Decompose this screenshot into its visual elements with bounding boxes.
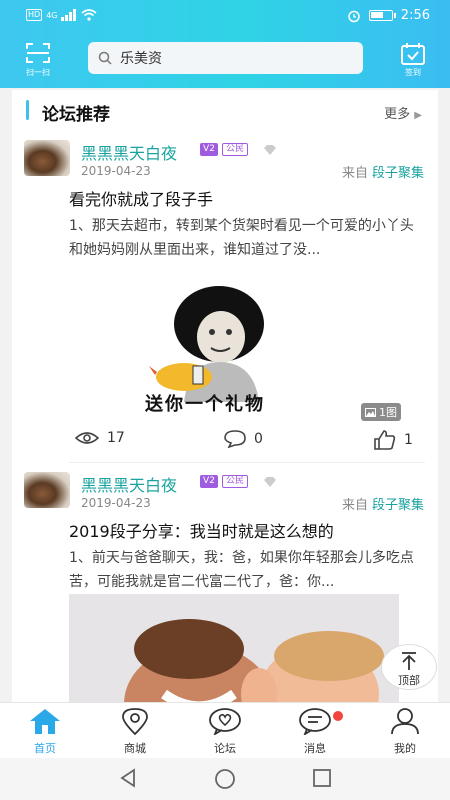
family-photo: [69, 594, 399, 702]
post-title[interactable]: 2019段子分享：我当时就是这么想的: [69, 518, 334, 542]
clock: 2:56: [400, 8, 430, 23]
tab-forum[interactable]: 论坛: [195, 707, 255, 756]
tab-label: 商城: [124, 742, 146, 755]
source-prefix: 来自: [341, 166, 368, 181]
app-header: HD 4G 2:56 扫一扫 乐美资 签到: [0, 0, 450, 88]
comment-button[interactable]: 0: [224, 430, 263, 448]
tab-label: 消息: [304, 742, 326, 755]
post-stats: 17 0 1: [12, 430, 438, 456]
like-button[interactable]: 1: [374, 430, 413, 450]
back-to-top-label: 顶部: [398, 674, 420, 687]
heart-chat-icon: [209, 708, 241, 737]
comment-icon: [224, 430, 246, 448]
likes-value: 1: [404, 432, 413, 448]
thumbs-up-icon: [374, 430, 396, 450]
more-label: 更多: [384, 107, 411, 122]
rank-badge: 公民: [222, 475, 249, 488]
tab-mall[interactable]: 商城: [105, 707, 165, 756]
calendar-check-icon: [401, 43, 425, 65]
tab-label: 首页: [34, 742, 56, 755]
user-icon: [391, 708, 419, 735]
source-name[interactable]: 段子聚集: [372, 498, 424, 513]
section-accent-bar: [26, 100, 29, 120]
post-card[interactable]: 黑黑黑天白夜 V2 公民 2019-04-23 来自 段子聚集 2019段子分享：…: [12, 468, 438, 702]
image-count-badge: 1图: [361, 403, 401, 421]
arrow-up-icon: [402, 652, 416, 670]
post-source: 来自 段子聚集: [342, 494, 424, 513]
post-date: 2019-04-23: [81, 496, 151, 510]
battery-icon: [368, 10, 396, 21]
bottom-tab-bar: 首页 商城 论坛 消息 我的: [0, 702, 450, 758]
back-icon[interactable]: [118, 768, 138, 788]
forum-recommend-card: 论坛推荐 更多 ▶ 黑黑黑天白夜 V2 公民 2019-04-23 来自 段子聚集…: [12, 90, 438, 702]
post-source: 来自 段子聚集: [342, 162, 424, 181]
wifi-icon: [81, 9, 98, 21]
tab-label: 论坛: [214, 742, 236, 755]
play-right-icon: ▶: [414, 110, 422, 121]
scan-label: 扫一扫: [26, 68, 50, 77]
post-excerpt: 1、前天与爸爸聊天，我：爸，如果你年轻那会儿多吃点苦，可能我就是官二代富二代了，…: [69, 550, 414, 590]
diamond-icon: [264, 145, 276, 155]
alarm-icon: [348, 10, 360, 22]
post-image[interactable]: 送你一个礼物 1图: [69, 262, 409, 427]
source-prefix: 来自: [341, 498, 368, 513]
post-card[interactable]: 黑黑黑天白夜 V2 公民 2019-04-23 来自 段子聚集 看完你就成了段子手…: [12, 134, 438, 464]
view-count: 17: [75, 430, 125, 446]
scan-icon: [26, 43, 50, 63]
views-value: 17: [107, 430, 125, 446]
section-title: 论坛推荐: [42, 105, 110, 125]
home-icon: [30, 709, 60, 734]
section-header: 论坛推荐 更多 ▶: [12, 90, 438, 130]
meme-illustration: [149, 286, 264, 402]
diamond-icon: [264, 477, 276, 487]
post-image[interactable]: [69, 594, 399, 702]
status-bar: HD 4G 2:56: [0, 0, 450, 32]
avatar[interactable]: [24, 472, 70, 508]
post-title[interactable]: 看完你就成了段子手: [69, 186, 213, 210]
hd-indicator: HD: [26, 9, 43, 21]
network-type: 4G: [46, 10, 58, 20]
scan-button[interactable]: 扫一扫: [22, 42, 54, 78]
tab-messages[interactable]: 消息: [285, 707, 345, 756]
post-excerpt: 1、那天去超市，转到某个货架时看见一个可爱的小丫头和她妈妈刚从里面出来，谁知道过…: [69, 218, 414, 258]
notification-dot: [333, 711, 343, 721]
eye-icon: [75, 432, 99, 444]
meme-caption: 送你一个礼物: [145, 394, 265, 415]
tab-profile[interactable]: 我的: [375, 707, 435, 756]
map-pin-icon: [122, 708, 148, 736]
username[interactable]: 黑黑黑天白夜: [81, 472, 177, 496]
rank-badge: 公民: [222, 143, 249, 156]
more-link[interactable]: 更多 ▶: [384, 103, 422, 122]
comments-value: 0: [254, 431, 263, 447]
image-icon: [365, 407, 376, 417]
search-icon: [98, 51, 112, 65]
search-input[interactable]: 乐美资: [88, 42, 363, 74]
level-badge: V2: [200, 143, 218, 156]
signin-button[interactable]: 签到: [396, 42, 430, 78]
back-to-top-button[interactable]: 顶部: [381, 644, 437, 690]
recents-icon[interactable]: [312, 768, 332, 788]
signin-label: 签到: [405, 68, 421, 77]
level-badge: V2: [200, 475, 218, 488]
home-nav-icon[interactable]: [214, 768, 236, 790]
avatar[interactable]: [24, 140, 70, 176]
system-nav-bar: [0, 758, 450, 800]
image-count: 1图: [379, 406, 397, 419]
signal-icon: [61, 9, 77, 21]
tab-home[interactable]: 首页: [15, 707, 75, 756]
post-date: 2019-04-23: [81, 164, 151, 178]
tab-label: 我的: [394, 742, 416, 755]
message-icon: [299, 708, 331, 737]
source-name[interactable]: 段子聚集: [372, 166, 424, 181]
username[interactable]: 黑黑黑天白夜: [81, 140, 177, 164]
search-text: 乐美资: [120, 51, 162, 67]
post-divider: [69, 462, 425, 463]
